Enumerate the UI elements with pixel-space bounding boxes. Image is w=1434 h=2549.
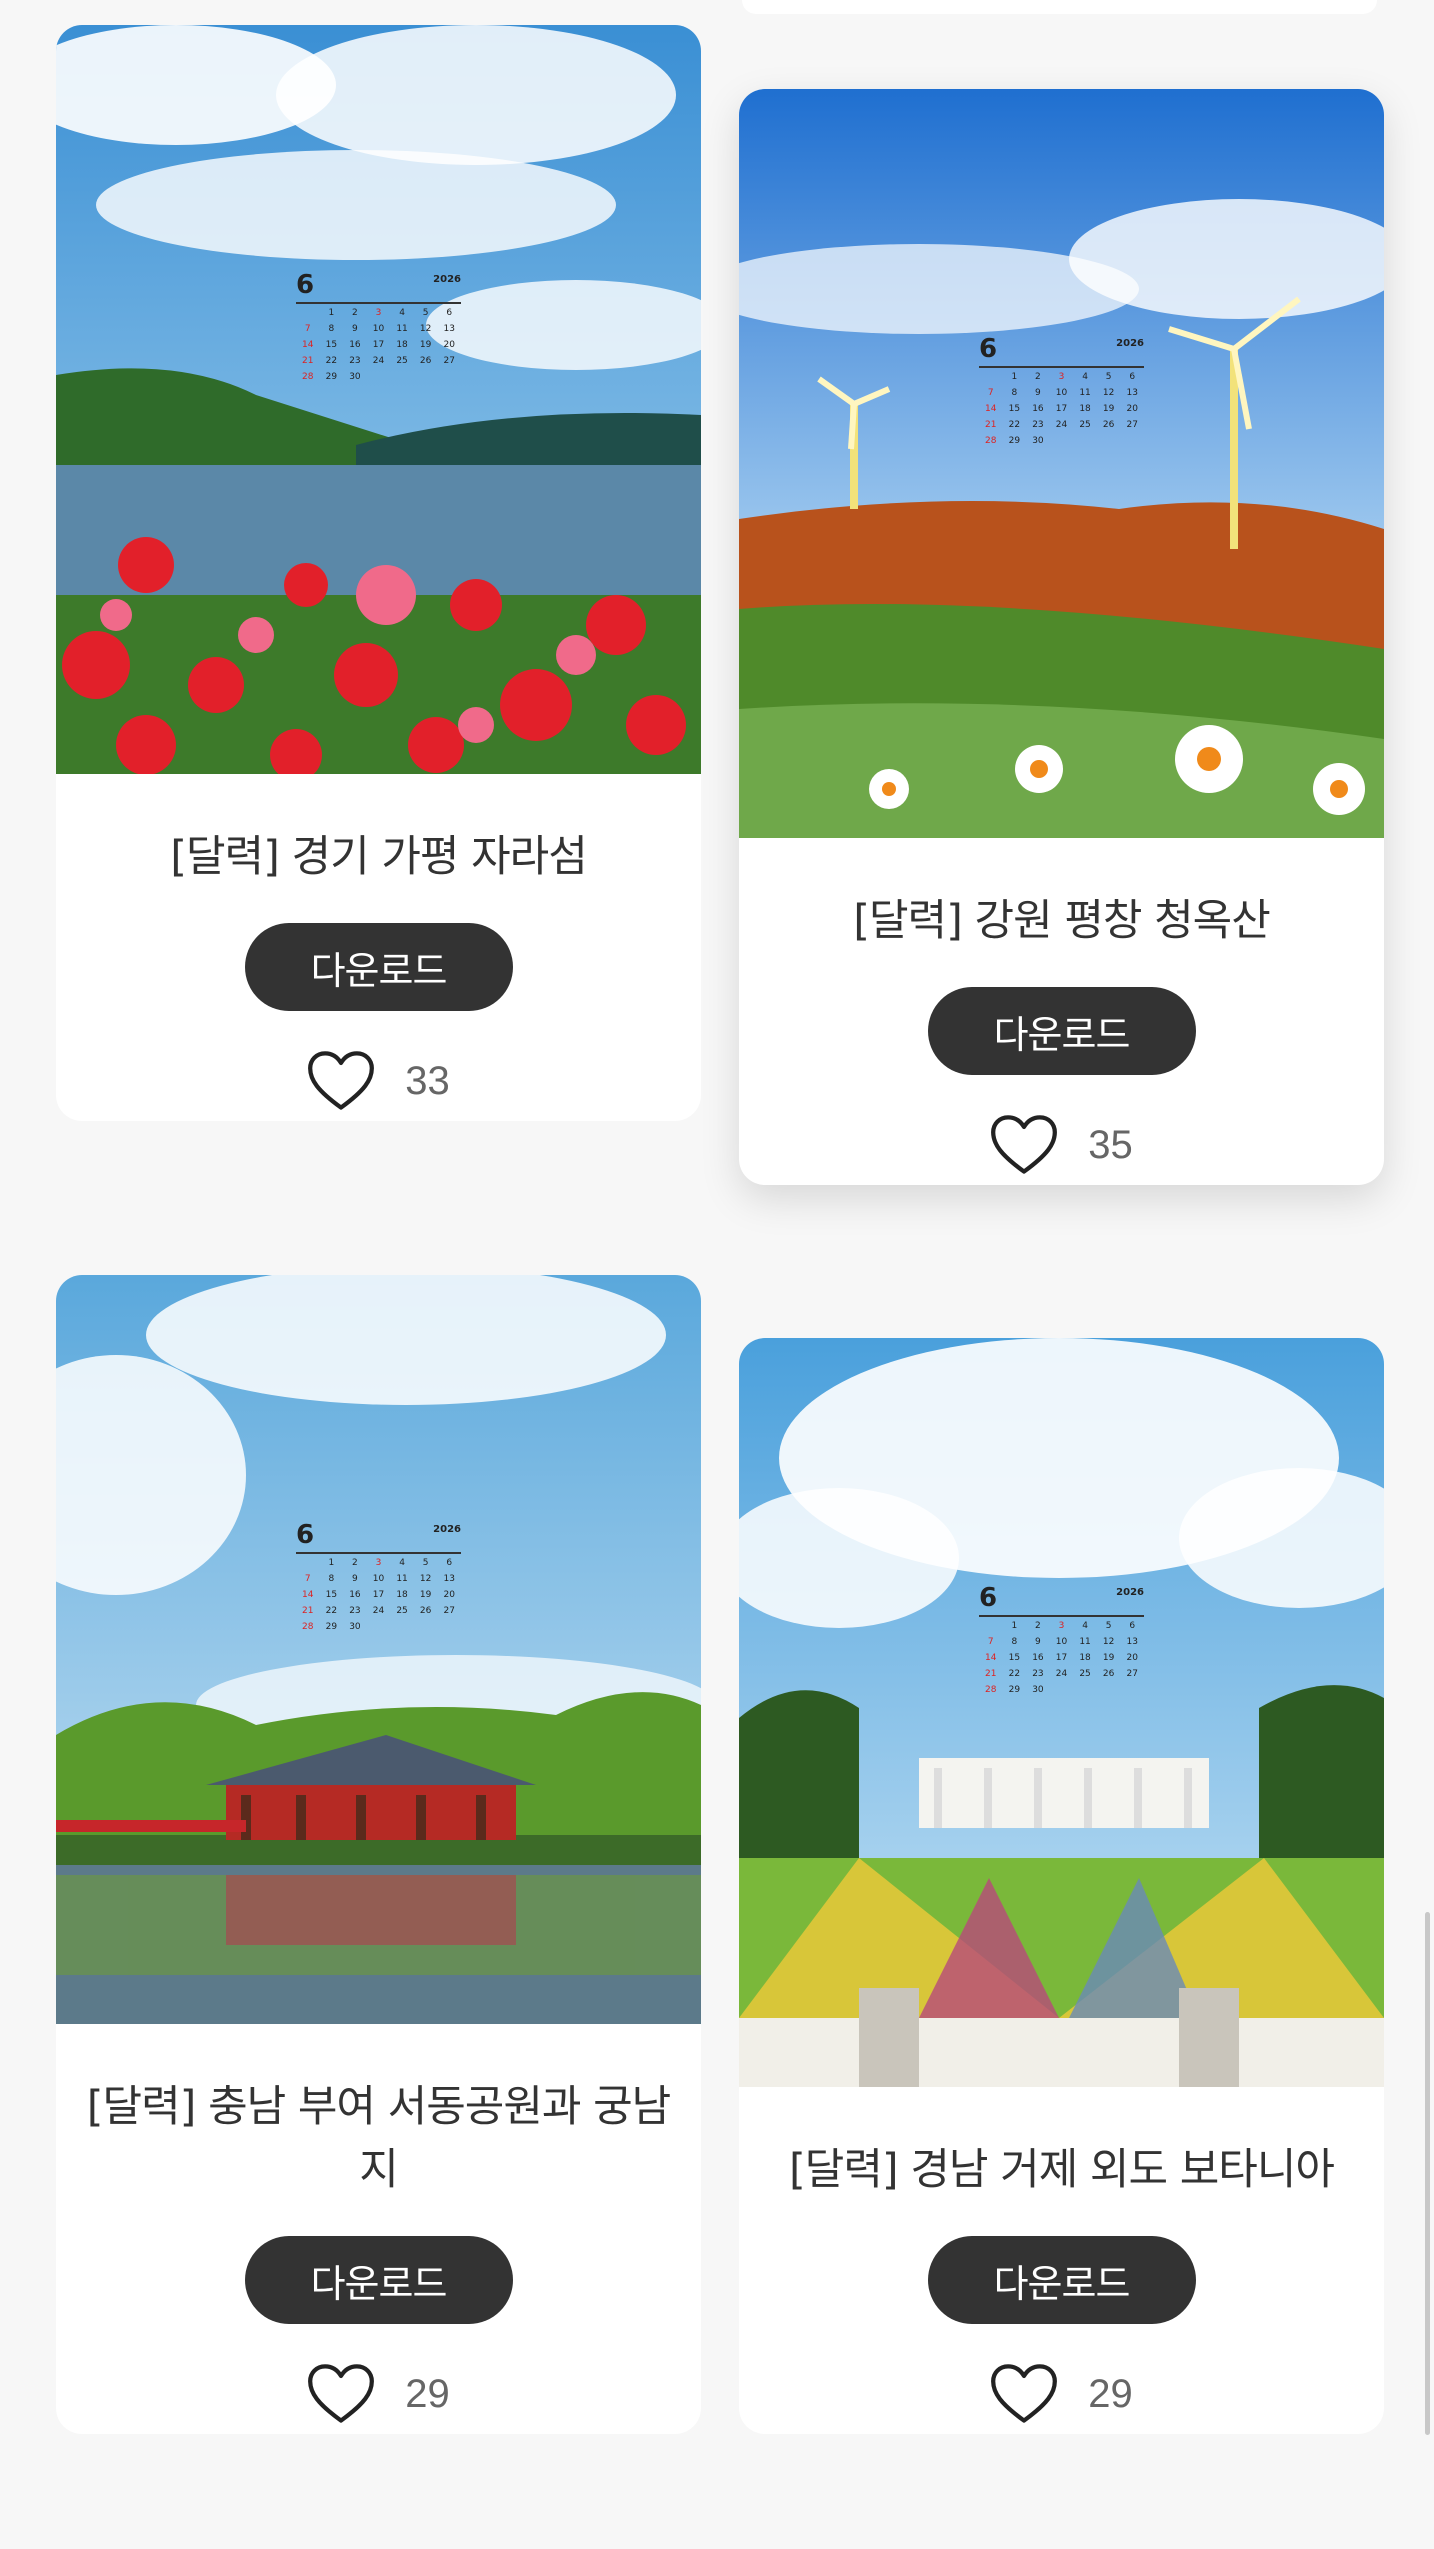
scrollbar[interactable] bbox=[1425, 1912, 1430, 2435]
card-title[interactable]: [달력] 강원 평창 청옥산 bbox=[769, 890, 1354, 953]
card-title[interactable]: [달력] 경기 가평 자라섬 bbox=[86, 826, 671, 889]
like-count: 29 bbox=[1088, 2371, 1133, 2416]
calendar-divider bbox=[296, 1552, 461, 1554]
card-image[interactable]: 6 2026 123456 7 8 9 10 11 12 13 14 15 16 17 18 19 20… bbox=[739, 1338, 1384, 2087]
garden-image bbox=[739, 1338, 1384, 2087]
heart-icon[interactable] bbox=[990, 2362, 1058, 2426]
like-row: 29 bbox=[739, 2354, 1384, 2434]
calendar-days: 123456 7 8 9 10 11 12 13 14 15 16 17 18 19 20 21 22 23… bbox=[985, 372, 1138, 446]
calendar-days: 123456 7 8 9 10 11 12 13 14 15 16 17 18 19 20 21 22 23… bbox=[985, 1621, 1138, 1695]
previous-card-bottom bbox=[742, 0, 1377, 14]
calendar-year: 2026 bbox=[1116, 338, 1144, 349]
heart-icon[interactable] bbox=[307, 2362, 375, 2426]
download-button[interactable]: 다운로드 bbox=[927, 2236, 1196, 2324]
heart-icon[interactable] bbox=[307, 1049, 375, 1113]
card-image[interactable]: 6 2026 123456 7 8 9 10 11 12 13 14 15 16 17 18 19 20… bbox=[739, 89, 1384, 838]
like-row: 35 bbox=[739, 1105, 1384, 1185]
calendar-year: 2026 bbox=[433, 274, 461, 285]
calendar-card-buyeo[interactable]: 6 2026 123456 7 8 9 10 11 12 13 14 15 16 17 18 19 20… bbox=[56, 1275, 701, 2434]
calendar-days: 123456 7 8 9 10 11 12 13 14 15 16 17 18 19 20 21 22 23… bbox=[302, 308, 455, 382]
like-row: 33 bbox=[56, 1041, 701, 1121]
pavilion-pond-image bbox=[56, 1275, 701, 2024]
calendar-month: 6 bbox=[979, 334, 998, 364]
calendar-month: 6 bbox=[296, 1520, 315, 1550]
calendar-month: 6 bbox=[296, 270, 315, 300]
like-row: 29 bbox=[56, 2354, 701, 2434]
like-count: 29 bbox=[405, 2371, 450, 2416]
calendar-year: 2026 bbox=[1116, 1587, 1144, 1598]
calendar-card-pyeongchang[interactable]: 6 2026 123456 7 8 9 10 11 12 13 14 15 16 17 18 19 20… bbox=[739, 89, 1384, 1185]
calendar-divider bbox=[979, 1615, 1144, 1617]
download-button[interactable]: 다운로드 bbox=[244, 2236, 513, 2324]
calendar-card-geoje[interactable]: 6 2026 123456 7 8 9 10 11 12 13 14 15 16 17 18 19 20… bbox=[739, 1338, 1384, 2434]
card-title[interactable]: [달력] 충남 부여 서동공원과 궁남지 bbox=[86, 2076, 672, 2202]
calendar-year: 2026 bbox=[433, 1524, 461, 1535]
like-count: 35 bbox=[1088, 1122, 1133, 1167]
calendar-divider bbox=[296, 302, 461, 304]
lake-poppy-image bbox=[56, 25, 701, 774]
heart-icon[interactable] bbox=[990, 1113, 1058, 1177]
like-count: 33 bbox=[405, 1058, 450, 1103]
wind-turbine-image bbox=[739, 89, 1384, 838]
calendar-divider bbox=[979, 366, 1144, 368]
card-image[interactable]: 6 2026 123456 7 8 9 10 11 12 13 14 15 16 17 18 19 20… bbox=[56, 25, 701, 774]
card-image[interactable]: 6 2026 123456 7 8 9 10 11 12 13 14 15 16 17 18 19 20… bbox=[56, 1275, 701, 2024]
calendar-card-gapyeong[interactable]: 6 2026 123456 7 8 9 10 11 12 13 14 15 16 17 18 19 20… bbox=[56, 25, 701, 1121]
download-button[interactable]: 다운로드 bbox=[927, 987, 1196, 1075]
card-title[interactable]: [달력] 경남 거제 외도 보타니아 bbox=[769, 2139, 1354, 2202]
calendar-days: 123456 7 8 9 10 11 12 13 14 15 16 17 18 19 20 21 22 23… bbox=[302, 1558, 455, 1632]
calendar-month: 6 bbox=[979, 1583, 998, 1613]
download-button[interactable]: 다운로드 bbox=[244, 923, 513, 1011]
